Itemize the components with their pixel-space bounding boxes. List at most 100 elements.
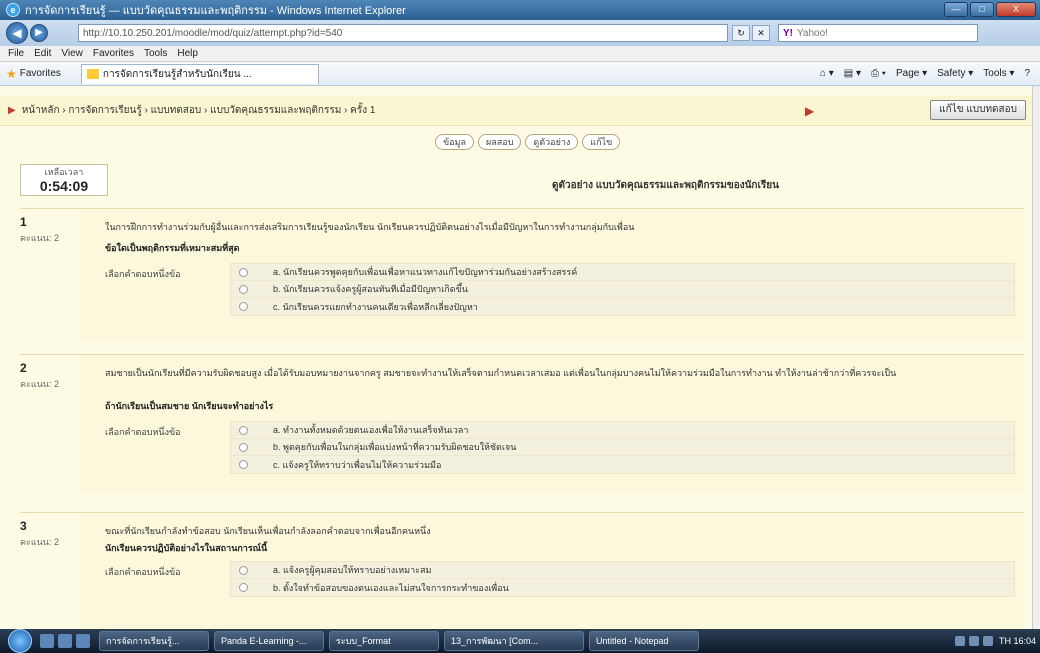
forward-button[interactable]: ▶ (30, 24, 48, 42)
refresh-icon[interactable]: ↻ (732, 25, 750, 41)
network-icon[interactable] (954, 636, 965, 646)
menu-edit[interactable]: Edit (34, 48, 51, 59)
tools-menu[interactable]: Tools ▾ (983, 68, 1014, 79)
window-controls: — □ X (942, 2, 1036, 17)
answer-option[interactable]: b. ตั้งใจทำข้อสอบของตนเองและไม่สนใจการกร… (231, 579, 1014, 596)
option-label: c. แจ้งครูให้ทราบว่าเพื่อนไม่ให้ความร่วม… (273, 459, 442, 470)
answer-option[interactable]: c. นักเรียนควรแยกทำงานคนเดียวเพื่อหลีกเล… (231, 298, 1014, 315)
address-bar[interactable]: http://10.10.250.201/moodle/mod/quiz/att… (78, 24, 728, 42)
start-button[interactable] (8, 629, 32, 653)
breadcrumb[interactable]: หน้าหลัก › การจัดการเรียนรู้ › แบบทดสอบ … (22, 103, 376, 118)
back-button[interactable]: ◀ (6, 22, 28, 44)
system-tray: TH 16:04 (951, 636, 1036, 646)
answer-options: a. นักเรียนควรพูดคุยกับเพื่อนเพื่อหาแนวท… (230, 263, 1015, 316)
question-number-value: 3 (20, 519, 27, 533)
tab-edit[interactable]: แก้ไข (582, 134, 621, 150)
question-number: 2 คะแนน: 2 (20, 361, 75, 391)
tab-info[interactable]: ข้อมูล (435, 134, 475, 150)
taskbar-item-format[interactable]: ระบบ_Format (329, 631, 439, 651)
tab-results[interactable]: ผลสอบ (478, 134, 522, 150)
print-icon[interactable]: ⎙ ▾ (871, 68, 886, 79)
close-button[interactable]: X (996, 2, 1036, 17)
favorites-button[interactable]: Favorites (20, 68, 61, 79)
stop-icon[interactable]: ✕ (752, 25, 770, 41)
option-label: a. นักเรียนควรพูดคุยกับเพื่อนเพื่อหาแนวท… (273, 267, 578, 277)
radio-button[interactable] (239, 284, 248, 294)
answer-option[interactable]: a. ทำงานทั้งหมดด้วยตนเองเพื่อให้งานเสร็จ… (231, 422, 1014, 439)
question-marks: คะแนน: 2 (20, 537, 59, 547)
taskbar-item-word[interactable]: 13_การพัฒนา [Com... (444, 631, 584, 651)
answer-option[interactable]: a. แจ้งครูผู้คุมสอบให้ทราบอย่างเหมาะสม (231, 562, 1014, 579)
address-actions: ↻ ✕ (732, 25, 772, 41)
security-icon[interactable] (982, 636, 993, 646)
breadcrumb-bar: ▶ หน้าหลัก › การจัดการเรียนรู้ › แบบทดสอ… (0, 96, 1032, 126)
switch-windows-icon[interactable] (76, 634, 90, 648)
option-label: a. ทำงานทั้งหมดด้วยตนเองเพื่อให้งานเสร็จ… (273, 425, 469, 435)
pointer-arrow-icon: ▶ (805, 103, 815, 118)
taskbar-item-panda[interactable]: Panda E-Learning -... (214, 631, 324, 651)
home-icon[interactable]: ⌂ ▾ (820, 68, 834, 79)
option-label: b. ตั้งใจทำข้อสอบของตนเองและไม่สนใจการกร… (273, 582, 509, 593)
menu-file[interactable]: File (8, 48, 24, 59)
answer-option[interactable]: a. นักเรียนควรพูดคุยกับเพื่อนเพื่อหาแนวท… (231, 264, 1014, 281)
answer-option[interactable]: b. พูดคุยกับเพื่อนในกลุ่มเพื่อแบ่งหน้าที… (231, 439, 1014, 456)
question-3: 3 คะแนน: 2 ขณะที่นักเรียนกำลังทำข้อสอบ น… (20, 512, 1024, 629)
window-titlebar: e การจัดการเรียนรู้ — แบบวัดคุณธรรมและพฤ… (0, 0, 1040, 20)
windows-taskbar: การจัดการเรียนรู้... Panda E-Learning -.… (0, 629, 1040, 653)
question-prompt: ถ้านักเรียนเป็นสมชาย นักเรียนจะทำอย่างไร (105, 401, 274, 411)
search-box[interactable]: Y! Yahoo! (778, 24, 978, 42)
question-number-value: 2 (20, 361, 27, 375)
radio-button[interactable] (239, 583, 248, 592)
ie-quicklaunch-icon[interactable] (58, 634, 72, 648)
question-prompt: นักเรียนควรปฏิบัติอย่างไรในสถานการณ์นี้ (105, 543, 268, 553)
taskbar-item-notepad[interactable]: Untitled - Notepad (589, 631, 699, 651)
menu-view[interactable]: View (61, 48, 83, 59)
favorites-star-icon[interactable]: ★ (6, 67, 17, 81)
taskbar-item-ie[interactable]: การจัดการเรียนรู้... (99, 631, 209, 651)
timer-value: 0:54:09 (39, 178, 89, 194)
question-number-value: 1 (20, 215, 27, 229)
maximize-button[interactable]: □ (970, 2, 994, 17)
timer-label: เหลือเวลา (44, 167, 84, 177)
choose-label: เลือกคำตอบหนึ่งข้อ (105, 427, 181, 437)
feeds-icon[interactable]: ▤ ▾ (844, 68, 861, 79)
help-icon[interactable]: ? (1024, 68, 1030, 79)
radio-button[interactable] (239, 425, 248, 435)
answer-options: a. แจ้งครูผู้คุมสอบให้ทราบอย่างเหมาะสม b… (230, 561, 1015, 597)
breadcrumb-arrow-icon: ▶ (8, 105, 16, 116)
search-placeholder: Yahoo! (797, 27, 828, 39)
radio-button[interactable] (239, 565, 248, 575)
question-marks: คะแนน: 2 (20, 379, 59, 389)
option-label: a. แจ้งครูผู้คุมสอบให้ทราบอย่างเหมาะสม (273, 565, 432, 575)
show-desktop-icon[interactable] (40, 634, 54, 648)
choose-label: เลือกคำตอบหนึ่งข้อ (105, 567, 181, 577)
option-label: b. นักเรียนควรแจ้งครูผู้สอนทันทีเมื่อมีป… (273, 284, 468, 294)
volume-icon[interactable] (968, 636, 979, 646)
radio-button[interactable] (239, 460, 248, 469)
favorites-bar: ★ Favorites การจัดการเรียนรู้สำหรับนักเร… (0, 62, 1040, 86)
vertical-scrollbar[interactable] (1032, 86, 1040, 629)
safety-menu[interactable]: Safety ▾ (937, 68, 973, 79)
search-provider-icon: Y! (783, 27, 793, 39)
question-text: ในการฝึกการทำงานร่วมกับผู้อื่นและการส่งเ… (105, 222, 635, 232)
answer-options: a. ทำงานทั้งหมดด้วยตนเองเพื่อให้งานเสร็จ… (230, 421, 1015, 474)
radio-button[interactable] (239, 267, 248, 277)
radio-button[interactable] (239, 302, 248, 311)
page-menu[interactable]: Page ▾ (896, 68, 927, 79)
question-number: 3 คะแนน: 2 (20, 519, 75, 549)
browser-tab[interactable]: การจัดการเรียนรู้สำหรับนักเรียน ... (80, 63, 319, 84)
minimize-button[interactable]: — (944, 2, 968, 17)
tab-preview[interactable]: ดูตัวอย่าง (525, 134, 579, 150)
question-text: สมชายเป็นนักเรียนที่มีความรับผิดชอบสูง เ… (105, 368, 897, 378)
quiz-heading: ดูตัวอย่าง แบบวัดคุณธรรมและพฤติกรรมของนั… (552, 180, 779, 191)
window-title: การจัดการเรียนรู้ — แบบวัดคุณธรรมและพฤติ… (25, 5, 406, 17)
page-favicon-icon (86, 69, 99, 79)
edit-quiz-button[interactable]: แก้ไข แบบทดสอบ (930, 100, 1026, 120)
answer-option[interactable]: b. นักเรียนควรแจ้งครูผู้สอนทันทีเมื่อมีป… (231, 281, 1014, 298)
clock[interactable]: TH 16:04 (999, 636, 1036, 646)
radio-button[interactable] (239, 442, 248, 452)
menu-favorites[interactable]: Favorites (93, 48, 134, 59)
answer-option[interactable]: c. แจ้งครูให้ทราบว่าเพื่อนไม่ให้ความร่วม… (231, 456, 1014, 473)
menu-tools[interactable]: Tools (144, 48, 167, 59)
menu-help[interactable]: Help (177, 48, 198, 59)
